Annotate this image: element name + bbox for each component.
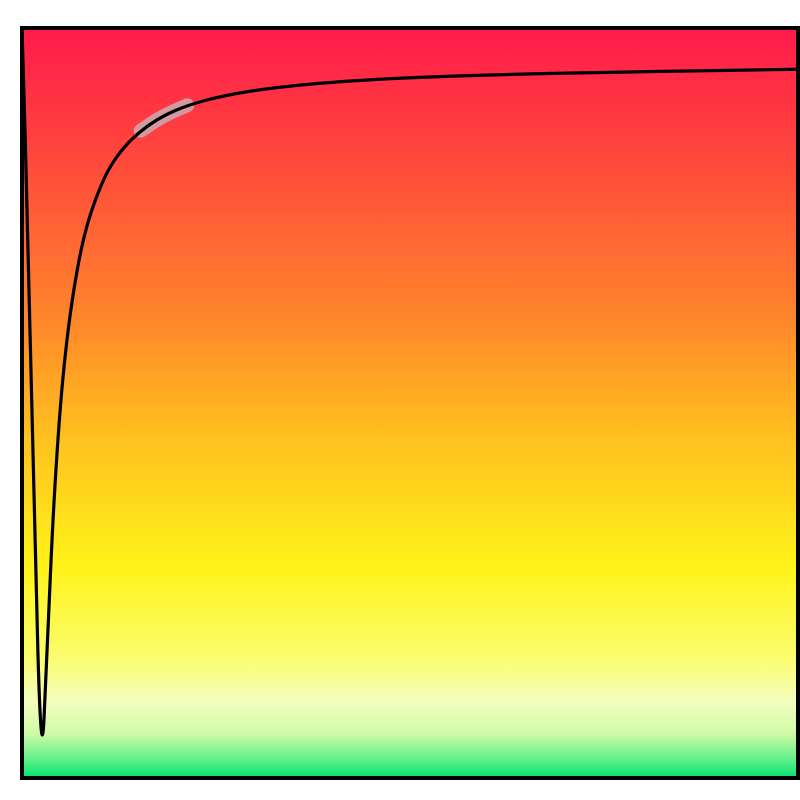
root: { "watermark": "TheBottleneck.com", "cha…: [0, 0, 800, 800]
plot-gradient-background: [22, 28, 798, 778]
chart-canvas: [0, 0, 800, 800]
top-axis-mask: [0, 0, 800, 26]
